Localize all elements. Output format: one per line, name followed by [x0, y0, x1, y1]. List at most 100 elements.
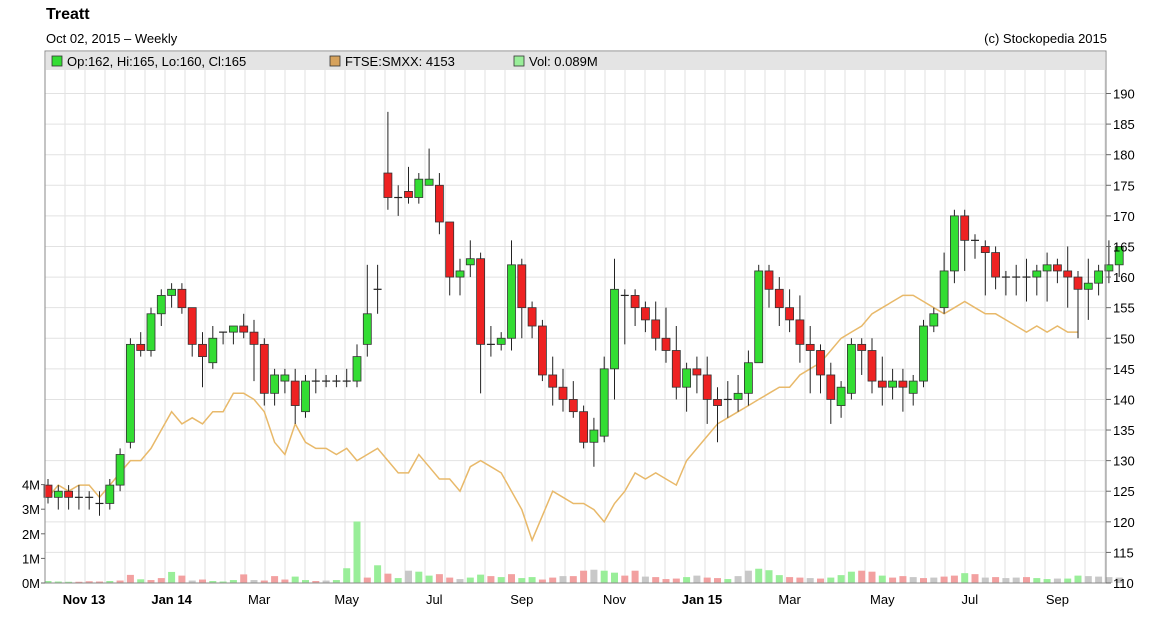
candle [980, 240, 990, 296]
candle [898, 368, 908, 412]
candle-body [414, 178, 424, 198]
candle-body [671, 350, 681, 388]
candle-body [661, 337, 671, 351]
legend-label: FTSE:SMXX: 4153 [345, 54, 455, 69]
volume-bar [528, 577, 536, 583]
volume-bar [538, 579, 546, 583]
price-tick-label: 135 [1113, 423, 1135, 438]
candle-body [795, 319, 805, 345]
candle-body [888, 380, 897, 388]
volume-bar [466, 577, 474, 583]
candle-body [991, 252, 1000, 278]
volume-bar [240, 574, 248, 583]
price-tick-label: 120 [1113, 515, 1135, 530]
candle [908, 374, 918, 406]
candle-body [136, 343, 146, 351]
volume-bar [405, 570, 412, 583]
time-tick-label: May [870, 592, 895, 607]
candle [610, 258, 619, 400]
price-tick-label: 185 [1113, 117, 1135, 132]
candle [733, 374, 743, 412]
candle [115, 448, 125, 492]
candle-body [898, 380, 908, 388]
volume-bar [858, 570, 866, 583]
time-tick-label: Jul [426, 592, 443, 607]
candle [146, 307, 156, 357]
volume-bar [950, 575, 958, 583]
time-tick-label: Nov [603, 592, 627, 607]
candle-body [455, 270, 465, 278]
candle [888, 368, 897, 400]
time-tick-label: Mar [778, 592, 801, 607]
volume-bar [1023, 577, 1030, 583]
volume-bar [168, 571, 176, 583]
volume-bar [518, 578, 526, 583]
price-tick-label: 145 [1113, 362, 1135, 377]
candle [342, 368, 351, 388]
candle-body [599, 368, 609, 437]
candle [919, 319, 928, 388]
price-tick-label: 170 [1113, 209, 1135, 224]
volume-tick-label: 0M [22, 576, 40, 591]
volume-bar [621, 575, 629, 583]
candle-body [228, 325, 238, 333]
time-tick-label: Mar [248, 592, 271, 607]
candle-body [980, 246, 990, 253]
volume-bar [549, 577, 557, 583]
candle [939, 252, 949, 314]
candle-body [692, 368, 702, 376]
candle-body [53, 490, 63, 498]
candle-body [527, 307, 537, 327]
candle-body [126, 343, 135, 443]
volume-bar [631, 570, 639, 583]
candle [1022, 258, 1031, 302]
legend-label: Vol: 0.089M [529, 54, 598, 69]
candle-body [1042, 264, 1052, 272]
candle-body [816, 350, 825, 376]
candle [301, 374, 310, 418]
candle-body [177, 288, 187, 309]
volume-bar [590, 569, 598, 583]
candle-body [713, 399, 722, 406]
volume-bar [291, 576, 299, 583]
volume-bar [878, 575, 886, 583]
price-tick-label: 190 [1113, 87, 1135, 102]
volume-tick-label: 3M [22, 502, 40, 517]
volume-bar [765, 570, 773, 583]
candle-body [507, 264, 516, 339]
candle [816, 344, 825, 394]
volume-bar [796, 577, 804, 583]
candle-body [259, 343, 269, 394]
candle [630, 289, 640, 327]
candle-body [548, 374, 558, 388]
candle [702, 356, 712, 424]
candle [445, 221, 455, 296]
volume-bar [693, 575, 701, 583]
volume-bar [508, 574, 515, 583]
volume-bar [1095, 576, 1103, 583]
price-tick-label: 175 [1113, 178, 1135, 193]
candle [249, 319, 259, 382]
candle-body [558, 386, 568, 400]
candle [579, 405, 588, 449]
candle-body [579, 411, 588, 443]
volume-bar [363, 577, 371, 583]
candle [105, 478, 115, 510]
candle [486, 326, 495, 357]
volume-bar [497, 577, 505, 583]
volume-bar [600, 570, 608, 583]
candle-body [877, 380, 887, 388]
volume-bar [446, 577, 454, 583]
volume-bar [724, 579, 732, 583]
volume-bar [178, 575, 186, 583]
candle [568, 381, 578, 418]
candle [589, 417, 599, 467]
candle [805, 326, 815, 394]
candle [332, 374, 341, 388]
candle [156, 289, 166, 327]
candle-body [764, 270, 774, 290]
legend: Op:162, Hi:165, Lo:160, Cl:165 FTSE:SMXX:… [46, 52, 1105, 70]
price-tick-label: 165 [1113, 239, 1135, 254]
candle-body [857, 343, 867, 351]
candle [836, 381, 846, 418]
